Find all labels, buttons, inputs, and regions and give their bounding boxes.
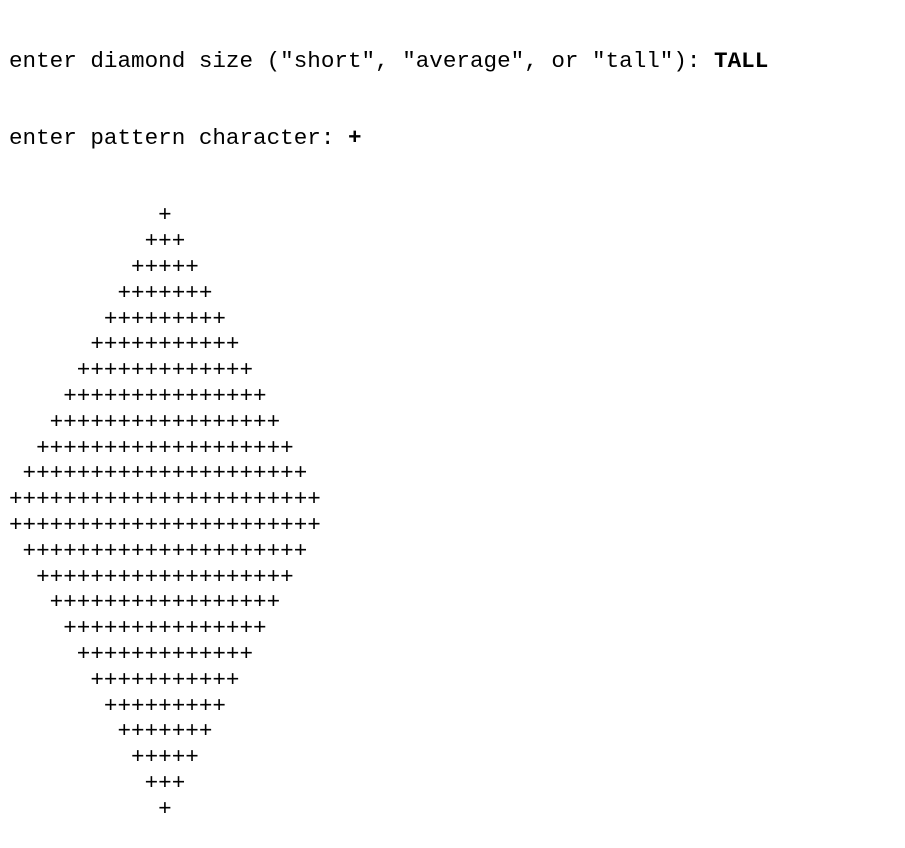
character-prompt-text: enter pattern character: — [9, 124, 348, 151]
diamond-row: +++++++++++++++++ — [9, 589, 281, 616]
diamond-row: +++++++++++++++++++ — [9, 434, 294, 461]
diamond-row: +++++++++++++ — [9, 357, 254, 384]
diamond-row: +++++++++++++++++++++++ — [9, 486, 321, 513]
diamond-row: + — [9, 795, 172, 822]
diamond-row: +++++++++++ — [9, 666, 240, 693]
diamond-row: +++++++++++++++++ — [9, 408, 281, 435]
diamond-row: + — [9, 202, 172, 229]
terminal-output: enter diamond size ("short", "average", … — [9, 0, 768, 848]
diamond-row: +++++++++++++++ — [9, 382, 267, 409]
diamond-row: +++++++++ — [9, 692, 226, 719]
diamond-row: +++++++++++++++++++++ — [9, 537, 308, 564]
diamond-row: +++++ — [9, 744, 199, 771]
diamond-row: +++++ — [9, 253, 199, 280]
size-input-value[interactable]: TALL — [714, 48, 768, 74]
character-prompt-line: enter pattern character: + — [9, 124, 768, 152]
diamond-row: +++++++++++++++ — [9, 615, 267, 642]
diamond-row: +++ — [9, 228, 186, 255]
character-input-value[interactable]: + — [348, 125, 362, 151]
diamond-pattern: + +++ +++++ +++++++ +++++++++ ++++++++++… — [9, 203, 768, 822]
diamond-row: +++++++ — [9, 279, 213, 306]
size-prompt-text: enter diamond size ("short", "average", … — [9, 47, 715, 74]
diamond-row: +++++++++ — [9, 305, 226, 332]
diamond-row: +++++++++++ — [9, 331, 240, 358]
diamond-row: +++++++++++++++++++++ — [9, 460, 308, 487]
size-prompt-line: enter diamond size ("short", "average", … — [9, 47, 768, 75]
diamond-row: +++++++++++++++++++++++ — [9, 511, 321, 538]
diamond-row: +++ — [9, 769, 186, 796]
diamond-row: +++++++++++++ — [9, 640, 254, 667]
diamond-row: +++++++ — [9, 718, 213, 745]
diamond-row: +++++++++++++++++++ — [9, 563, 294, 590]
